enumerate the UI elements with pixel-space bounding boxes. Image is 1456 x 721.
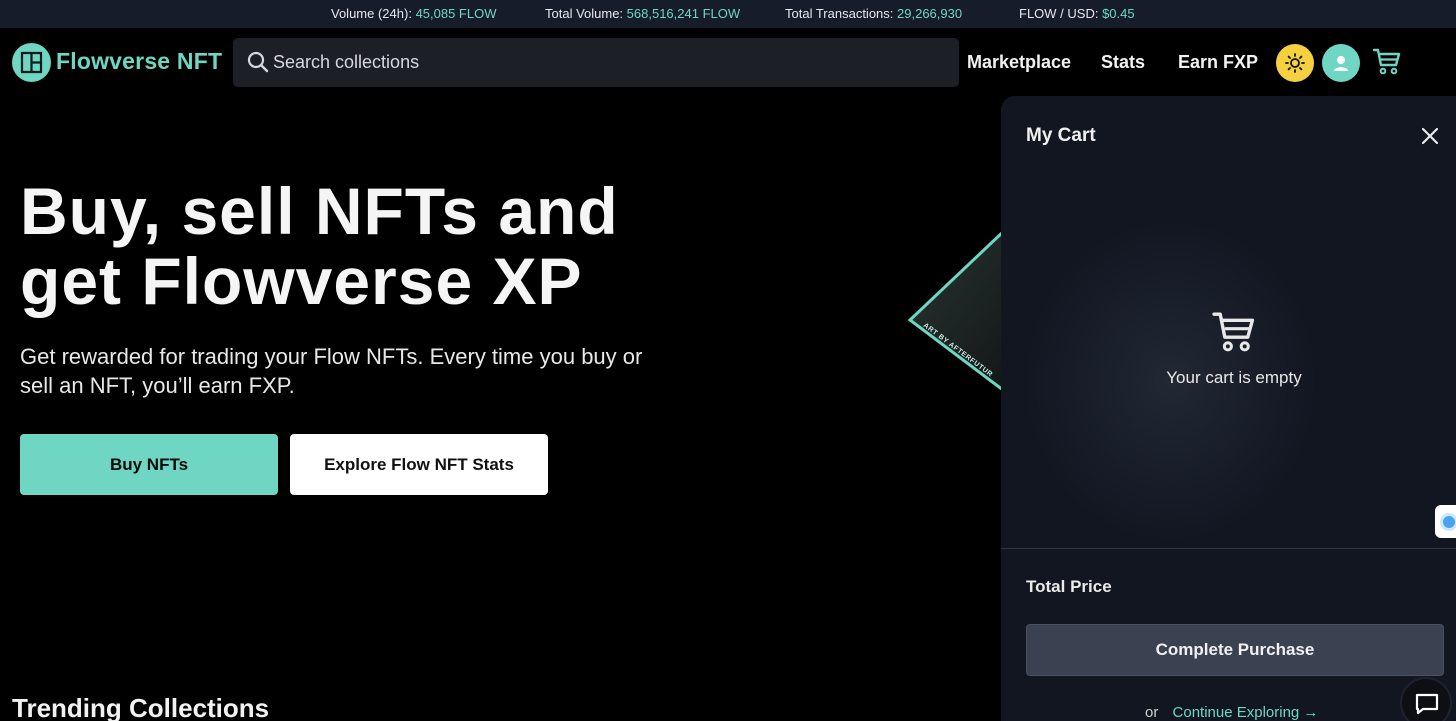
cart-title: My Cart	[1026, 125, 1096, 146]
total-transactions-stat: Total Transactions: 29,266,930	[785, 6, 962, 21]
cart-icon	[1372, 48, 1401, 75]
hero-subtitle: Get rewarded for trading your Flow NFTs.…	[20, 344, 643, 398]
trending-collections-heading: Trending Collections	[12, 693, 270, 721]
brand-name[interactable]: Flowverse NFT	[56, 48, 222, 75]
chat-button[interactable]	[1400, 677, 1452, 721]
account-button[interactable]	[1322, 44, 1360, 82]
search-icon	[247, 51, 269, 78]
total-transactions-value: 29,266,930	[897, 6, 963, 21]
empty-cart-text: Your cart is empty	[1166, 368, 1302, 387]
hero-title: Buy, sell NFTs and get Flowverse XP	[20, 176, 680, 316]
volume-24h-stat: Volume (24h): 45,085 FLOW	[331, 6, 497, 21]
volume-24h-label: Volume (24h):	[331, 6, 412, 21]
header: Flowverse NFT Marketplace Stats Earn FXP	[0, 28, 1456, 98]
nav-earn-fxp[interactable]: Earn FXP	[1178, 52, 1258, 73]
or-text: or	[1145, 704, 1159, 721]
cart-divider	[1001, 548, 1456, 549]
volume-24h-value: 45,085 FLOW	[415, 6, 497, 21]
theme-toggle-button[interactable]	[1276, 44, 1314, 82]
search-input[interactable]	[273, 38, 943, 87]
flowverse-logo-icon[interactable]	[12, 43, 51, 82]
cart-button[interactable]	[1372, 46, 1402, 76]
sun-icon	[1285, 53, 1305, 73]
total-volume-stat: Total Volume: 568,516,241 FLOW	[545, 6, 740, 21]
hero-title-line-1: Buy, sell NFTs and	[20, 174, 619, 248]
user-icon	[1334, 56, 1348, 71]
nav-stats[interactable]: Stats	[1101, 52, 1145, 73]
total-price-label: Total Price	[1026, 577, 1112, 596]
stats-bar: Volume (24h): 45,085 FLOW Total Volume: …	[0, 0, 1456, 28]
flow-usd-label: FLOW / USD:	[1019, 6, 1099, 21]
flow-usd-value: $0.45	[1102, 6, 1135, 21]
hero-title-line-2: get Flowverse XP	[20, 244, 583, 318]
empty-cart-icon	[1211, 308, 1257, 359]
buy-nfts-button[interactable]: Buy NFTs	[20, 434, 278, 495]
complete-purchase-button[interactable]: Complete Purchase	[1026, 624, 1444, 676]
feedback-icon	[1440, 513, 1456, 531]
close-icon	[1421, 127, 1439, 145]
total-transactions-label: Total Transactions:	[785, 6, 894, 21]
continue-exploring-link[interactable]: Continue Exploring →	[1173, 704, 1319, 721]
explore-stats-button[interactable]: Explore Flow NFT Stats	[290, 434, 548, 495]
nav-marketplace[interactable]: Marketplace	[967, 52, 1071, 73]
search-bar[interactable]	[233, 38, 959, 87]
cart-drawer: My Cart Your cart is empty Total Price C…	[1001, 96, 1456, 721]
chat-icon	[1415, 693, 1439, 715]
flow-usd-stat: FLOW / USD: $0.45	[1019, 6, 1135, 21]
continue-exploring-row: or Continue Exploring →	[1145, 704, 1318, 721]
close-cart-button[interactable]	[1419, 125, 1441, 147]
total-volume-value: 568,516,241 FLOW	[626, 6, 741, 21]
feedback-side-tab[interactable]	[1435, 505, 1456, 538]
total-volume-label: Total Volume:	[545, 6, 624, 21]
